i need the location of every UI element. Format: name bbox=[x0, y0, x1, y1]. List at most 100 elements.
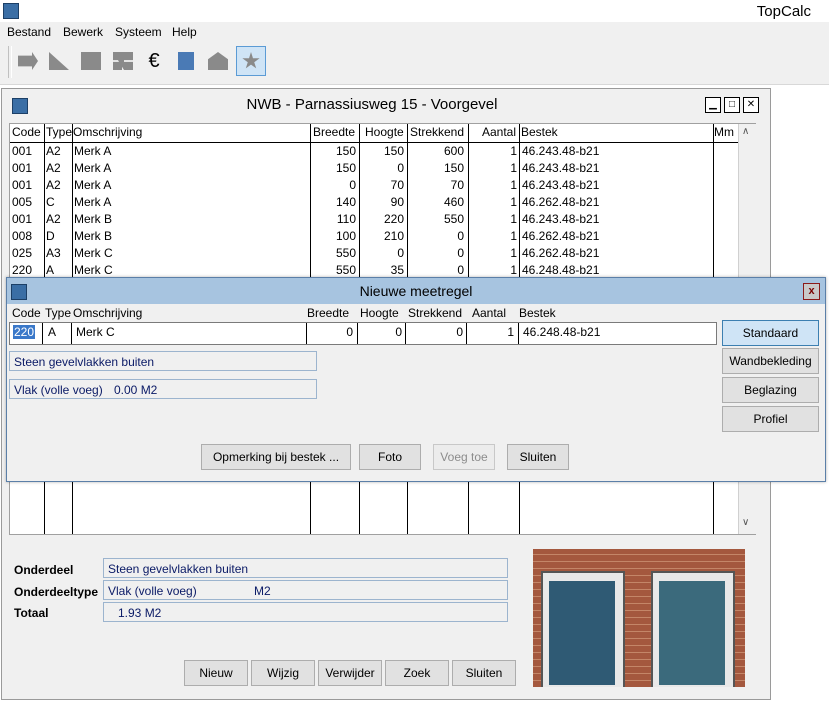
cell-breedte[interactable]: 0 bbox=[310, 177, 356, 194]
cell-breedte[interactable]: 140 bbox=[310, 194, 356, 211]
cell-code[interactable]: 001 bbox=[12, 177, 42, 194]
cell-strekkend[interactable]: 150 bbox=[407, 160, 464, 177]
cell-aantal[interactable]: 1 bbox=[468, 211, 517, 228]
document-icon[interactable] bbox=[171, 46, 201, 76]
star-icon[interactable] bbox=[236, 46, 266, 76]
cell-aantal[interactable]: 1 bbox=[468, 228, 517, 245]
col-omschrijving[interactable]: Omschrijving bbox=[73, 125, 142, 141]
col-breedte[interactable]: Breedte bbox=[313, 125, 355, 141]
cell-hoogte[interactable]: 0 bbox=[359, 160, 404, 177]
cell-hoogte[interactable]: 0 bbox=[359, 245, 404, 262]
cell-type[interactable]: A2 bbox=[46, 177, 71, 194]
sluiten-button[interactable]: Sluiten bbox=[452, 660, 516, 686]
cell-code[interactable]: 001 bbox=[12, 160, 42, 177]
tool-icon-3[interactable] bbox=[76, 46, 106, 76]
col-bestek[interactable]: Bestek bbox=[521, 125, 558, 141]
cell-hoogte[interactable]: 220 bbox=[359, 211, 404, 228]
cell-omschrijving[interactable]: Merk A bbox=[74, 143, 304, 160]
menu-bestand[interactable]: Bestand bbox=[7, 25, 51, 39]
cell-strekkend[interactable]: 0 bbox=[407, 245, 464, 262]
col-strekkend[interactable]: Strekkend bbox=[410, 125, 464, 141]
cell-strekkend[interactable]: 460 bbox=[407, 194, 464, 211]
cell-bestek[interactable]: 46.243.48-b21 bbox=[522, 177, 702, 194]
cell-hoogte[interactable]: 70 bbox=[359, 177, 404, 194]
cell-aantal[interactable]: 1 bbox=[468, 160, 517, 177]
cell-omschrijving[interactable]: Merk A bbox=[74, 160, 304, 177]
cell-breedte[interactable]: 150 bbox=[310, 160, 356, 177]
dlg-strekkend-input[interactable]: 0 bbox=[406, 325, 463, 339]
cell-bestek[interactable]: 46.262.48-b21 bbox=[522, 194, 702, 211]
cell-breedte[interactable]: 100 bbox=[310, 228, 356, 245]
maximize-icon[interactable]: □ bbox=[724, 97, 740, 113]
cell-type[interactable]: C bbox=[46, 194, 71, 211]
col-hoogte[interactable]: Hoogte bbox=[365, 125, 404, 141]
cell-omschrijving[interactable]: Merk A bbox=[74, 177, 304, 194]
cell-type[interactable]: A2 bbox=[46, 143, 71, 160]
dlg-hoogte-input[interactable]: 0 bbox=[358, 325, 402, 339]
cell-bestek[interactable]: 46.243.48-b21 bbox=[522, 211, 702, 228]
verwijder-button[interactable]: Verwijder bbox=[318, 660, 382, 686]
menu-help[interactable]: Help bbox=[172, 25, 197, 39]
cell-code[interactable]: 001 bbox=[12, 211, 42, 228]
scroll-up-icon[interactable]: ∧ bbox=[742, 126, 749, 137]
tool-icon-1[interactable] bbox=[13, 46, 43, 76]
cell-type[interactable]: D bbox=[46, 228, 71, 245]
dialog-close-icon[interactable]: x bbox=[803, 283, 820, 300]
cell-aantal[interactable]: 1 bbox=[468, 143, 517, 160]
foto-button[interactable]: Foto bbox=[359, 444, 421, 470]
cell-aantal[interactable]: 1 bbox=[468, 194, 517, 211]
dlg-type-input[interactable]: A bbox=[48, 325, 56, 339]
cell-bestek[interactable]: 46.243.48-b21 bbox=[522, 143, 702, 160]
cell-code[interactable]: 005 bbox=[12, 194, 42, 211]
cell-bestek[interactable]: 46.243.48-b21 bbox=[522, 160, 702, 177]
cell-omschrijving[interactable]: Merk B bbox=[74, 228, 304, 245]
wandbekleding-button[interactable]: Wandbekleding bbox=[722, 348, 819, 374]
cell-omschrijving[interactable]: Merk A bbox=[74, 194, 304, 211]
nieuw-button[interactable]: Nieuw bbox=[184, 660, 248, 686]
close-icon[interactable]: ✕ bbox=[743, 97, 759, 113]
standaard-button[interactable]: Standaard bbox=[722, 320, 819, 346]
euro-icon[interactable]: € bbox=[139, 46, 169, 76]
opmerking-button[interactable]: Opmerking bij bestek ... bbox=[201, 444, 351, 470]
cell-code[interactable]: 001 bbox=[12, 143, 42, 160]
beglazing-button[interactable]: Beglazing bbox=[722, 377, 819, 403]
cell-hoogte[interactable]: 150 bbox=[359, 143, 404, 160]
cell-omschrijving[interactable]: Merk C bbox=[74, 245, 304, 262]
cell-strekkend[interactable]: 70 bbox=[407, 177, 464, 194]
col-type[interactable]: Type bbox=[46, 125, 72, 141]
menu-bewerk[interactable]: Bewerk bbox=[63, 25, 103, 39]
col-aantal[interactable]: Aantal bbox=[482, 125, 516, 141]
dlg-sluiten-button[interactable]: Sluiten bbox=[507, 444, 569, 470]
col-mm[interactable]: Mm bbox=[714, 125, 734, 141]
cell-type[interactable]: A2 bbox=[46, 160, 71, 177]
cell-hoogte[interactable]: 210 bbox=[359, 228, 404, 245]
cell-code[interactable]: 008 bbox=[12, 228, 42, 245]
minimize-icon[interactable]: ▁ bbox=[705, 97, 721, 113]
tool-icon-2[interactable] bbox=[44, 46, 74, 76]
cell-strekkend[interactable]: 0 bbox=[407, 228, 464, 245]
tool-icon-4[interactable] bbox=[108, 46, 138, 76]
cell-bestek[interactable]: 46.262.48-b21 bbox=[522, 228, 702, 245]
cell-hoogte[interactable]: 90 bbox=[359, 194, 404, 211]
cell-strekkend[interactable]: 550 bbox=[407, 211, 464, 228]
dlg-omschrijving-input[interactable]: Merk C bbox=[76, 325, 115, 339]
col-code[interactable]: Code bbox=[12, 125, 41, 141]
dlg-code-input[interactable]: 220 bbox=[13, 325, 36, 339]
cell-breedte[interactable]: 150 bbox=[310, 143, 356, 160]
profiel-button[interactable]: Profiel bbox=[722, 406, 819, 432]
cell-strekkend[interactable]: 600 bbox=[407, 143, 464, 160]
voeg-toe-button[interactable]: Voeg toe bbox=[433, 444, 495, 470]
cell-bestek[interactable]: 46.262.48-b21 bbox=[522, 245, 702, 262]
dlg-bestek-input[interactable]: 46.248.48-b21 bbox=[523, 325, 600, 339]
scroll-down-icon[interactable]: ∨ bbox=[742, 517, 749, 528]
cell-omschrijving[interactable]: Merk B bbox=[74, 211, 304, 228]
cell-breedte[interactable]: 550 bbox=[310, 245, 356, 262]
menu-systeem[interactable]: Systeem bbox=[115, 25, 162, 39]
zoek-button[interactable]: Zoek bbox=[385, 660, 449, 686]
cell-type[interactable]: A2 bbox=[46, 211, 71, 228]
dlg-aantal-input[interactable]: 1 bbox=[467, 325, 514, 339]
cell-type[interactable]: A3 bbox=[46, 245, 71, 262]
cell-breedte[interactable]: 110 bbox=[310, 211, 356, 228]
cell-code[interactable]: 025 bbox=[12, 245, 42, 262]
dlg-breedte-input[interactable]: 0 bbox=[307, 325, 353, 339]
